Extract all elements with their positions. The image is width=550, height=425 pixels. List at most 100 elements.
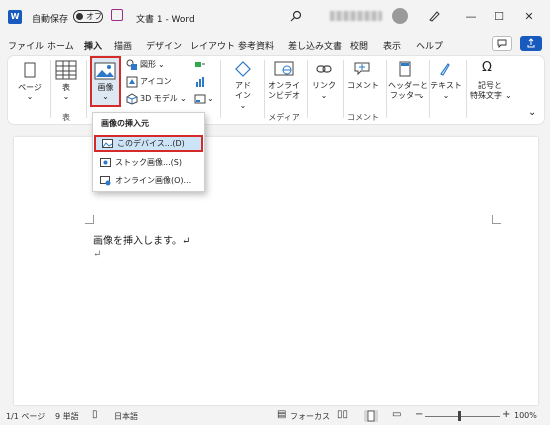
- proofing-icon[interactable]: ▯: [92, 409, 98, 420]
- screenshot-icon[interactable]: [194, 93, 206, 105]
- comment-icon[interactable]: [353, 61, 371, 77]
- maximize-button[interactable]: ☐: [485, 5, 513, 27]
- 3d-model-label[interactable]: 3D モデル: [140, 94, 178, 104]
- chevron-down-icon: ⌄: [505, 91, 512, 100]
- chevron-down-icon: ⌄: [62, 92, 70, 101]
- shapes-icon[interactable]: [126, 59, 138, 71]
- chevron-down-icon: ⌄: [320, 91, 328, 100]
- chart-icon[interactable]: [194, 76, 206, 88]
- language[interactable]: 日本語: [114, 411, 138, 422]
- omega-icon[interactable]: Ω: [482, 60, 492, 76]
- tab-file[interactable]: ファイル: [8, 39, 44, 52]
- separator: [307, 60, 308, 118]
- icons-label[interactable]: アイコン: [140, 77, 172, 87]
- focus-label[interactable]: フォーカス: [290, 411, 330, 422]
- group-label-comment: コメント: [347, 113, 379, 122]
- ribbon-tabs: ファイル ホーム 挿入 描画 デザイン レイアウト 参考資料 差し込み文書 校閲…: [0, 34, 550, 57]
- this-device-label: このデバイス...(D): [117, 139, 185, 148]
- share-button[interactable]: [520, 36, 542, 51]
- stock-images-icon: [100, 157, 111, 167]
- symbols-label-1[interactable]: 記号と: [468, 81, 512, 91]
- blurred-account-name: [330, 11, 382, 21]
- tab-help[interactable]: ヘルプ: [416, 39, 443, 52]
- addins-label-1[interactable]: アド: [227, 81, 259, 91]
- 3d-model-icon[interactable]: [126, 93, 138, 105]
- tab-home[interactable]: ホーム: [47, 39, 74, 52]
- tab-layout[interactable]: レイアウト: [190, 39, 235, 52]
- close-button[interactable]: ✕: [515, 5, 543, 27]
- separator: [466, 60, 467, 118]
- tab-references[interactable]: 参考資料: [238, 39, 274, 52]
- save-icon[interactable]: [111, 9, 123, 21]
- chevron-down-icon: ⌄: [26, 92, 34, 101]
- separator: [86, 60, 87, 118]
- zoom-in-button[interactable]: +: [502, 409, 510, 420]
- designer-pen-icon[interactable]: [428, 9, 441, 22]
- shapes-label[interactable]: 図形: [140, 60, 156, 70]
- ribbon: ページ ⌄ 表 ⌄ 表 画像 ⌄ 図形 ⌄ アイコン 3D モデル ⌄ ⌄ アド…: [8, 56, 544, 124]
- title-bar: W 自動保存 オフ 文書 1 - Word — ☐ ✕: [0, 0, 550, 34]
- dropdown-title: 画像の挿入元: [101, 119, 149, 128]
- search-icon[interactable]: [290, 10, 302, 22]
- read-mode-icon[interactable]: ▯▯: [337, 409, 348, 420]
- margin-mark-left: [85, 215, 94, 224]
- print-layout-button[interactable]: [364, 410, 378, 422]
- comment-icon: [497, 39, 507, 49]
- word-count[interactable]: 9 単語: [55, 411, 79, 422]
- tab-review[interactable]: 校閲: [350, 39, 368, 52]
- tab-design[interactable]: デザイン: [146, 39, 182, 52]
- document-line-2[interactable]: ↵: [93, 249, 101, 260]
- chevron-down-icon: ⌄: [180, 94, 187, 103]
- minimize-button[interactable]: —: [457, 5, 485, 27]
- web-layout-icon[interactable]: ▭: [392, 409, 401, 420]
- separator: [264, 60, 265, 118]
- zoom-level[interactable]: 100%: [514, 411, 537, 420]
- status-bar: 1/1 ページ 9 単語 ▯ 日本語 ▤ フォーカス ▯▯ ▭ − + 100%: [0, 407, 550, 425]
- addins-icon[interactable]: [235, 61, 251, 77]
- text-label[interactable]: テキスト: [430, 81, 462, 91]
- tab-mailings[interactable]: 差し込み文書: [288, 39, 342, 52]
- header-footer-label-1[interactable]: ヘッダーと: [388, 81, 428, 91]
- table-icon[interactable]: [55, 60, 77, 80]
- online-images-option[interactable]: オンライン画像(O)...: [94, 172, 203, 189]
- link-icon[interactable]: [316, 63, 332, 75]
- device-picture-icon: [102, 138, 113, 148]
- margin-mark-right: [492, 215, 501, 224]
- addins-label-2[interactable]: イン: [227, 91, 259, 101]
- zoom-slider-thumb[interactable]: [458, 411, 461, 421]
- page-icon[interactable]: [22, 62, 38, 80]
- chevron-down-icon: ⌄: [239, 101, 247, 110]
- zoom-out-button[interactable]: −: [415, 409, 423, 420]
- group-label-media: メディア: [268, 113, 300, 122]
- picture-icon: [94, 62, 116, 80]
- word-icon: W: [8, 10, 22, 24]
- page-count[interactable]: 1/1 ページ: [6, 411, 45, 422]
- avatar[interactable]: [392, 8, 408, 24]
- this-device-option[interactable]: このデバイス...(D): [94, 135, 203, 152]
- tab-draw[interactable]: 描画: [114, 39, 132, 52]
- insert-picture-dropdown: 画像の挿入元 このデバイス...(D) ストック画像...(S) オンライン画像…: [92, 112, 205, 192]
- toggle-knob: [76, 13, 83, 20]
- symbols-label-2[interactable]: 特殊文字: [468, 91, 504, 101]
- autosave-toggle[interactable]: オフ: [73, 10, 103, 23]
- comments-button[interactable]: [492, 36, 512, 51]
- tab-insert[interactable]: 挿入: [84, 39, 102, 57]
- smartart-icon[interactable]: [194, 59, 206, 71]
- document-title: 文書 1 - Word: [136, 15, 195, 25]
- ribbon-expand-chevron-icon[interactable]: ⌄: [528, 108, 536, 118]
- link-label[interactable]: リンク: [309, 81, 339, 91]
- text-box-icon[interactable]: [438, 61, 452, 77]
- zoom-slider-track[interactable]: [425, 416, 500, 417]
- header-footer-icon[interactable]: [398, 61, 412, 78]
- stock-images-option[interactable]: ストック画像...(S): [94, 154, 203, 171]
- tab-view[interactable]: 表示: [383, 39, 401, 52]
- stock-images-label: ストック画像...(S): [115, 158, 182, 167]
- comment-label[interactable]: コメント: [345, 81, 381, 91]
- separator: [50, 60, 51, 118]
- online-video-label-2[interactable]: ンビデオ: [266, 91, 302, 101]
- document-line-1[interactable]: 画像を挿入します。↵: [93, 232, 190, 247]
- online-video-icon[interactable]: [274, 61, 294, 78]
- icons-icon[interactable]: [126, 76, 138, 88]
- online-video-label-1[interactable]: オンライ: [266, 81, 302, 91]
- focus-icon[interactable]: ▤: [277, 409, 286, 420]
